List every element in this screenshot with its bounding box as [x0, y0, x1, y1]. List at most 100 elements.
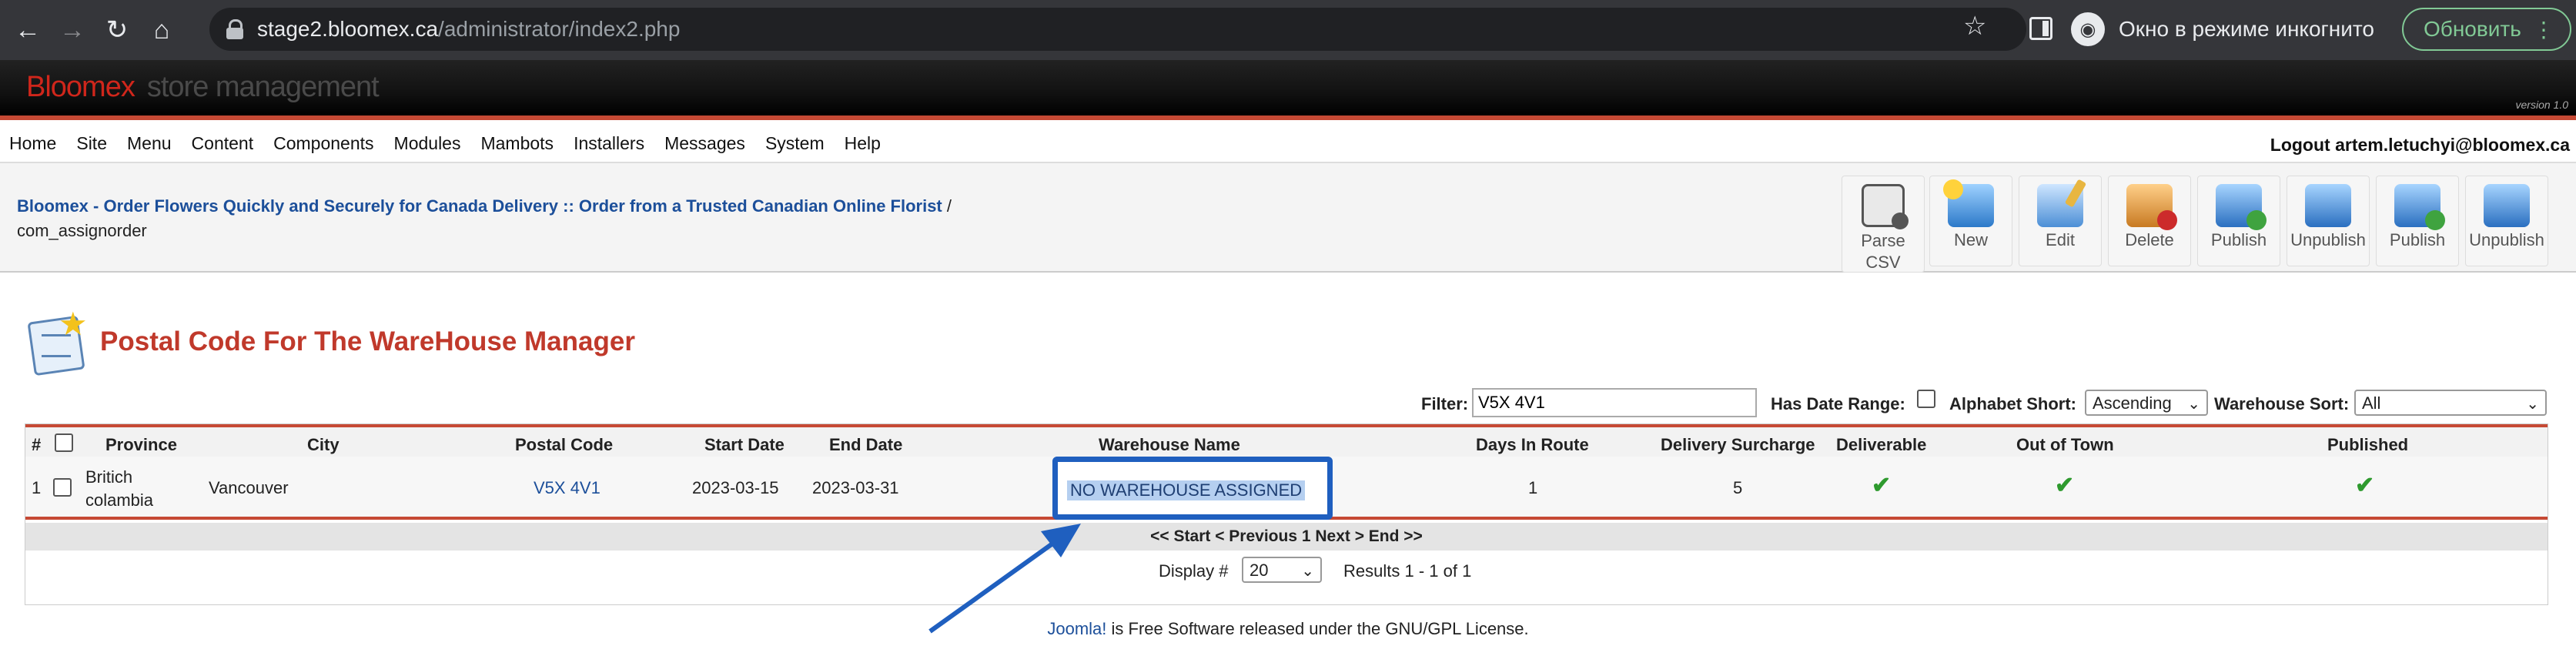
footer: Joomla! is Free Software released under … [0, 619, 2576, 639]
publish-button[interactable]: Publish [2197, 176, 2280, 266]
breadcrumb: Bloomex - Order Flowers Quickly and Secu… [17, 194, 952, 243]
menu-item-help[interactable]: Help [845, 133, 881, 154]
row-delivery-surcharge: 5 [1733, 478, 1743, 497]
bookmark-star-icon[interactable]: ☆ [1963, 11, 1986, 42]
deliverable-check-icon[interactable]: ✔ [1872, 472, 1891, 499]
row-province-line1: Britich [85, 467, 133, 487]
new-star-icon [1943, 179, 1963, 199]
date-range-checkbox[interactable] [1917, 390, 1935, 408]
header-postal-code[interactable]: Postal Code [515, 435, 613, 455]
header-delivery-surcharge: Delivery Surcharge [1661, 435, 1815, 454]
address-bar[interactable]: stage2.bloomex.ca/administrator/index2.p… [209, 8, 2026, 51]
header-out-of-town: Out of Town [2016, 435, 2114, 454]
menu-item-home[interactable]: Home [9, 133, 56, 154]
header-deliverable: Deliverable [1836, 435, 1927, 454]
table-header: # Province City Postal Code Start Date E… [25, 424, 2548, 457]
pencil-icon [2064, 179, 2087, 208]
publish-badge-icon [2246, 210, 2267, 230]
menu-item-installers[interactable]: Installers [574, 133, 644, 154]
out-of-town-check-icon[interactable]: ✔ [2055, 472, 2074, 499]
star-icon: ★ [59, 306, 88, 342]
edit-icon [2037, 179, 2087, 227]
filter-input[interactable] [1472, 388, 1757, 417]
update-button[interactable]: Обновить ⋮ [2402, 8, 2571, 51]
table-row: 1 Britich colambia Vancouver V5X 4V1 202… [25, 457, 2548, 520]
menu-item-content[interactable]: Content [192, 133, 254, 154]
alphabet-sort-value: Ascending [2093, 393, 2172, 413]
parse-csv-button[interactable]: Parse CSV [1842, 176, 1925, 273]
header-start-date[interactable]: Start Date [704, 435, 785, 455]
parse-csv-icon [1862, 184, 1909, 229]
row-province-line2: colambia [85, 490, 154, 510]
pagination[interactable]: << Start < Previous 1 Next > End >> [25, 523, 2548, 551]
select-all-checkbox[interactable] [55, 433, 73, 452]
header-city: City [307, 435, 340, 454]
new-icon [1943, 179, 1994, 227]
published-check-icon[interactable]: ✔ [2355, 472, 2374, 499]
version-label: version 1.0 [2515, 99, 2568, 111]
display-count-select[interactable]: 20 ⌄ [1242, 557, 1322, 583]
row-num: 1 [32, 478, 42, 497]
more-icon[interactable]: ⋮ [2533, 17, 2554, 42]
chevron-down-icon: ⌄ [2187, 396, 2200, 413]
menu-item-system[interactable]: System [765, 133, 825, 154]
unpublish-icon [2305, 184, 2351, 227]
menu-item-menu[interactable]: Menu [127, 133, 172, 154]
breadcrumb-separator: / [946, 196, 952, 216]
brand-logo: Bloomex store management [26, 71, 380, 104]
header-published: Published [2327, 435, 2409, 454]
menu-item-messages[interactable]: Messages [664, 133, 745, 154]
admin-menu: Home Site Menu Content Components Module… [0, 125, 2576, 163]
publish-badge-icon-2 [2425, 210, 2445, 230]
menu-item-modules[interactable]: Modules [394, 133, 461, 154]
back-icon[interactable]: ← [11, 13, 45, 47]
alphabet-sort-select[interactable]: Ascending ⌄ [2085, 390, 2208, 416]
publish-label: Publish [2210, 230, 2267, 249]
menu-item-mambots[interactable]: Mambots [480, 133, 554, 154]
breadcrumb-component: com_assignorder [17, 221, 147, 240]
row-days-in-route: 1 [1528, 478, 1538, 497]
chevron-down-icon: ⌄ [2526, 396, 2539, 413]
header-province: Province [105, 435, 177, 454]
parse-csv-label: Parse CSV [1861, 231, 1905, 272]
logout-link[interactable]: Logout artem.letuchyi@bloomex.ca [2270, 135, 2570, 156]
incognito-label: Окно в режиме инкогнито [2119, 17, 2374, 41]
row-end-date: 2023-03-31 [812, 478, 899, 497]
menu-item-site[interactable]: Site [76, 133, 107, 154]
brand-tagline: store management [146, 71, 380, 103]
row-checkbox[interactable] [53, 478, 72, 497]
side-panel-icon[interactable] [2029, 17, 2052, 40]
display-count-value: 20 [1250, 561, 1269, 580]
unpublish-button-2[interactable]: Unpublish [2465, 176, 2548, 266]
publish-icon [2216, 184, 2267, 230]
forward-icon[interactable]: → [55, 13, 89, 47]
unpublish-button[interactable]: Unpublish [2287, 176, 2370, 266]
joomla-link[interactable]: Joomla! [1047, 619, 1106, 638]
new-label: New [1953, 230, 1988, 249]
publish-button-2[interactable]: Publish [2376, 176, 2459, 266]
unpublish-label-2: Unpublish [2469, 230, 2544, 249]
warehouse-sort-select[interactable]: All ⌄ [2354, 390, 2547, 416]
home-icon[interactable]: ⌂ [145, 13, 179, 47]
toolbar-row: Bloomex - Order Flowers Quickly and Secu… [0, 163, 2576, 273]
delete-badge-icon [2157, 210, 2177, 230]
display-label: Display # [1159, 561, 1229, 581]
row-warehouse-name-text: NO WAREHOUSE ASSIGNED [1067, 480, 1306, 500]
new-button[interactable]: New [1929, 176, 2012, 266]
results-count: Results 1 - 1 of 1 [1343, 561, 1472, 581]
lock-icon [226, 19, 243, 39]
header-days-in-route: Days In Route [1476, 435, 1589, 454]
row-postal-code-link[interactable]: V5X 4V1 [534, 478, 601, 498]
delete-button[interactable]: Delete [2108, 176, 2191, 266]
breadcrumb-site-link[interactable]: Bloomex - Order Flowers Quickly and Secu… [17, 196, 942, 216]
header-num: # [32, 435, 42, 454]
browser-toolbar: ← → ↻ ⌂ stage2.bloomex.ca/administrator/… [0, 0, 2576, 60]
header-end-date[interactable]: End Date [829, 435, 902, 455]
date-range-label: Has Date Range: [1771, 394, 1905, 413]
menu-item-components[interactable]: Components [273, 133, 373, 154]
publish-icon-2 [2394, 184, 2445, 230]
reload-icon[interactable]: ↻ [100, 13, 134, 47]
site-header: Bloomex store management version 1.0 [0, 60, 2576, 120]
url-host: stage2.bloomex.ca [257, 17, 439, 41]
edit-button[interactable]: Edit [2019, 176, 2102, 266]
